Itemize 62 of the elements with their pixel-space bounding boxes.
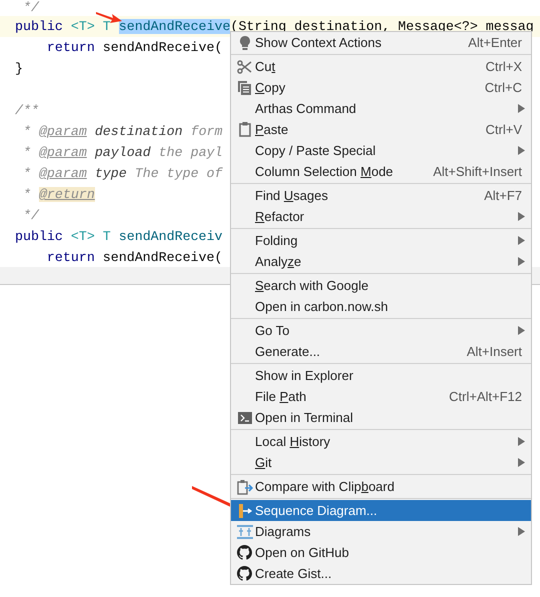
menu-item[interactable]: Diagrams (231, 521, 531, 542)
menu-item-label: Folding (255, 232, 298, 250)
menu-item[interactable]: Go To (231, 320, 531, 341)
menu-item[interactable]: Cut Ctrl+X (231, 56, 531, 77)
menu-item[interactable]: Open in carbon.now.sh (231, 296, 531, 317)
shortcut-label: Ctrl+V (486, 120, 522, 139)
menu-item[interactable]: Open on GitHub (231, 542, 531, 563)
menu-item-label: Open on GitHub (255, 544, 349, 562)
shortcut-label: Alt+Insert (466, 342, 522, 361)
github-icon (237, 545, 252, 560)
menu-item-label: File Path (255, 388, 306, 406)
menu-item-label: Show in Explorer (255, 366, 354, 385)
menu-item-label: Cut (255, 58, 276, 76)
menu-item-label: Open in Terminal (255, 408, 354, 427)
menu-item[interactable]: Git (231, 452, 531, 473)
menu-item-label: Compare with Clipboard (255, 478, 394, 496)
shortcut-label: Alt+F7 (484, 186, 522, 205)
menu-item[interactable]: Compare with Clipboard (231, 476, 531, 497)
menu-item[interactable]: Arthas Command (231, 98, 531, 119)
diagram-icon (236, 524, 252, 538)
menu-item[interactable]: Show in Explorer (231, 365, 531, 386)
menu-item-label: Copy (255, 78, 286, 97)
menu-item[interactable]: Find Usages Alt+F7 (231, 185, 531, 206)
sequence-diagram-icon (238, 504, 252, 518)
terminal-icon (238, 412, 252, 424)
scissors-icon (237, 60, 252, 74)
menu-item-label: Git (255, 454, 272, 472)
compare-icon (236, 478, 252, 494)
menu-item[interactable]: Local History (231, 431, 531, 452)
shortcut-label: Ctrl+X (486, 58, 522, 76)
menu-item[interactable]: Column Selection Mode Alt+Shift+Insert (231, 161, 531, 182)
clipboard-icon (238, 122, 250, 137)
shortcut-label: Ctrl+C (484, 78, 522, 97)
menu-item-label: Generate... (255, 342, 320, 361)
shortcut-label: Ctrl+Alt+F12 (449, 388, 522, 406)
menu-item-label: Arthas Command (255, 100, 356, 118)
menu-item-label: Column Selection Mode (255, 162, 394, 181)
menu-item-label: Create Gist... (255, 564, 332, 583)
menu-item-label: Refactor (255, 208, 304, 226)
menu-item-label: Search with Google (255, 276, 368, 295)
menu-item[interactable]: Refactor (231, 206, 531, 227)
menu-item-label: Sequence Diagram... (255, 502, 378, 520)
shortcut-label: Alt+Shift+Insert (433, 162, 522, 181)
menu-item[interactable]: Generate... Alt+Insert (231, 341, 531, 362)
copy-icon (238, 80, 252, 94)
menu-item[interactable]: Create Gist... (231, 563, 531, 584)
menu-item[interactable]: Paste Ctrl+V (231, 119, 531, 140)
menu-item-label: Paste (255, 120, 288, 139)
menu-item-label: Copy / Paste Special (255, 142, 376, 160)
lightbulb-icon (238, 34, 250, 50)
menu-item-label: Diagrams (255, 522, 311, 541)
menu-item[interactable]: File Path Ctrl+Alt+F12 (231, 386, 531, 407)
menu-item[interactable]: Copy / Paste Special (231, 140, 531, 161)
menu-item[interactable]: Copy Ctrl+C (231, 77, 531, 98)
menu-item-label: Find Usages (255, 186, 328, 205)
github-icon (237, 566, 252, 581)
menu-item-label: Go To (255, 322, 290, 340)
menu-item-label: Open in carbon.now.sh (255, 298, 388, 316)
menu-item-label: Local History (255, 432, 330, 451)
menu-item[interactable]: Open in Terminal (231, 407, 531, 428)
menu-item[interactable]: Search with Google (231, 275, 531, 296)
menu-item[interactable]: Sequence Diagram... (231, 500, 531, 521)
